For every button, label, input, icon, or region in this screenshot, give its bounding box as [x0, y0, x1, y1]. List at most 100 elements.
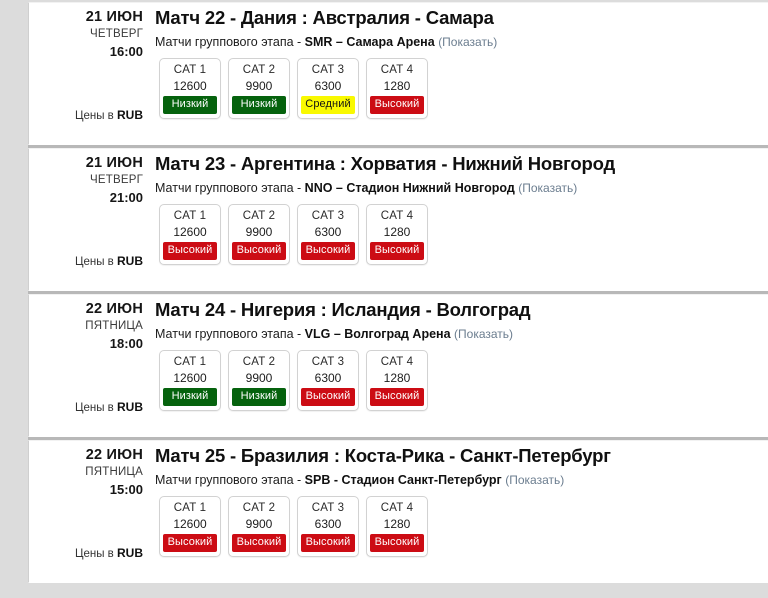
show-map-link[interactable]: (Показать)	[518, 181, 577, 195]
ticket-category-box[interactable]: CAT 2 9900 Низкий	[228, 58, 290, 119]
match-stage-label: Матчи группового этапа -	[155, 473, 305, 487]
match-venue-label: SMR – Самара Арена	[304, 35, 435, 49]
match-subtitle: Матчи группового этапа - VLG – Волгоград…	[155, 324, 768, 344]
ticket-category-price: 6300	[314, 517, 342, 531]
ticket-availability-badge[interactable]: Низкий	[232, 96, 286, 114]
ticket-category-box[interactable]: CAT 3 6300 Высокий	[297, 496, 359, 557]
match-block[interactable]: 22 ИЮН ПЯТНИЦА 18:00 Цены в RUB Матч 24 …	[28, 294, 768, 437]
match-content-column: Матч 23 - Аргентина : Хорватия - Нижний …	[151, 149, 768, 290]
ticket-category-price: 6300	[314, 79, 342, 93]
ticket-category-name: CAT 3	[311, 356, 345, 368]
match-kickoff-time: 16:00	[109, 44, 143, 59]
ticket-availability-badge[interactable]: Высокий	[370, 96, 424, 114]
ticket-category-price: 9900	[245, 371, 273, 385]
match-date-weekday: ЧЕТВЕРГ	[90, 28, 143, 40]
currency-note-prefix: Цены в	[74, 402, 117, 414]
match-block[interactable]: 21 ИЮН ЧЕТВЕРГ 16:00 Цены в RUB Матч 22 …	[28, 2, 768, 145]
match-kickoff-time: 18:00	[109, 336, 143, 351]
show-map-link[interactable]: (Показать)	[438, 35, 497, 49]
ticket-availability-badge[interactable]: Высокий	[163, 242, 217, 260]
ticket-category-row: CAT 1 12600 Низкий CAT 2 9900 Низкий CAT…	[155, 58, 768, 119]
ticket-category-row: CAT 1 12600 Низкий CAT 2 9900 Низкий CAT…	[155, 350, 768, 411]
ticket-category-box[interactable]: CAT 3 6300 Высокий	[297, 350, 359, 411]
match-date-weekday: ЧЕТВЕРГ	[90, 174, 143, 186]
ticket-category-name: CAT 1	[173, 64, 207, 76]
ticket-category-name: CAT 1	[173, 356, 207, 368]
ticket-category-price: 12600	[173, 517, 207, 531]
ticket-category-name: CAT 3	[311, 502, 345, 514]
ticket-category-box[interactable]: CAT 1 12600 Высокий	[159, 204, 221, 265]
show-map-link[interactable]: (Показать)	[454, 327, 513, 341]
ticket-availability-badge[interactable]: Высокий	[301, 388, 355, 406]
ticket-category-box[interactable]: CAT 1 12600 Низкий	[159, 58, 221, 119]
ticket-category-box[interactable]: CAT 4 1280 Высокий	[366, 496, 428, 557]
show-map-link[interactable]: (Показать)	[505, 473, 564, 487]
ticket-category-box[interactable]: CAT 4 1280 Высокий	[366, 204, 428, 265]
ticket-availability-badge[interactable]: Низкий	[163, 96, 217, 114]
match-date-day: 21 ИЮН	[85, 9, 143, 25]
ticket-availability-badge[interactable]: Высокий	[232, 242, 286, 260]
match-subtitle: Матчи группового этапа - SPB - Стадион С…	[155, 470, 768, 490]
match-block[interactable]: 22 ИЮН ПЯТНИЦА 15:00 Цены в RUB Матч 25 …	[28, 440, 768, 583]
match-venue-label: NNO – Стадион Нижний Новгород	[304, 181, 515, 195]
match-stage-label: Матчи группового этапа -	[155, 35, 305, 49]
ticket-category-box[interactable]: CAT 1 12600 Низкий	[159, 350, 221, 411]
ticket-availability-badge[interactable]: Низкий	[163, 388, 217, 406]
ticket-category-name: CAT 1	[173, 502, 207, 514]
currency-code: RUB	[117, 254, 143, 268]
ticket-category-name: CAT 2	[242, 502, 276, 514]
ticket-category-box[interactable]: CAT 4 1280 Высокий	[366, 350, 428, 411]
ticket-category-box[interactable]: CAT 2 9900 Высокий	[228, 496, 290, 557]
ticket-availability-badge[interactable]: Средний	[301, 96, 355, 114]
match-stage-label: Матчи группового этапа -	[155, 181, 305, 195]
match-kickoff-time: 21:00	[109, 190, 143, 205]
match-title: Матч 25 - Бразилия : Коста-Рика - Санкт-…	[155, 445, 611, 466]
match-stage-label: Матчи группового этапа -	[155, 327, 305, 341]
ticket-category-name: CAT 2	[242, 356, 276, 368]
currency-note-prefix: Цены в	[74, 548, 117, 560]
ticket-category-box[interactable]: CAT 1 12600 Высокий	[159, 496, 221, 557]
match-date-day: 22 ИЮН	[85, 301, 143, 317]
match-content-column: Матч 25 - Бразилия : Коста-Рика - Санкт-…	[151, 441, 768, 582]
ticket-availability-badge[interactable]: Высокий	[370, 534, 424, 552]
ticket-availability-badge[interactable]: Высокий	[301, 242, 355, 260]
ticket-category-name: CAT 4	[380, 64, 414, 76]
ticket-category-price: 9900	[245, 225, 273, 239]
ticket-availability-badge[interactable]: Высокий	[301, 534, 355, 552]
currency-note: Цены в RUB	[75, 546, 143, 560]
match-block[interactable]: 21 ИЮН ЧЕТВЕРГ 21:00 Цены в RUB Матч 23 …	[28, 148, 768, 291]
ticket-category-box[interactable]: CAT 2 9900 Низкий	[228, 350, 290, 411]
ticket-category-price: 1280	[383, 517, 411, 531]
currency-note-prefix: Цены в	[74, 256, 117, 268]
ticket-category-price: 6300	[314, 371, 342, 385]
ticket-availability-badge[interactable]: Высокий	[370, 388, 424, 406]
match-date-weekday: ПЯТНИЦА	[85, 320, 143, 332]
ticket-category-box[interactable]: CAT 4 1280 Высокий	[366, 58, 428, 119]
ticket-category-price: 1280	[383, 225, 411, 239]
ticket-category-price: 12600	[173, 225, 207, 239]
ticket-category-price: 12600	[173, 79, 207, 93]
match-venue-label: SPB - Стадион Санкт-Петербург	[304, 473, 502, 487]
match-venue-label: VLG – Волгоград Арена	[304, 327, 451, 341]
match-content-column: Матч 24 - Нигерия : Исландия - Волгоград…	[151, 295, 768, 436]
match-subtitle: Матчи группового этапа - NNO – Стадион Н…	[155, 178, 768, 198]
ticket-category-row: CAT 1 12600 Высокий CAT 2 9900 Высокий C…	[155, 204, 768, 265]
match-date-weekday: ПЯТНИЦА	[85, 466, 143, 478]
ticket-availability-badge[interactable]: Высокий	[163, 534, 217, 552]
ticket-category-box[interactable]: CAT 3 6300 Высокий	[297, 204, 359, 265]
match-date-column: 21 ИЮН ЧЕТВЕРГ 21:00 Цены в RUB	[29, 149, 151, 290]
ticket-category-name: CAT 4	[380, 502, 414, 514]
ticket-availability-badge[interactable]: Высокий	[370, 242, 424, 260]
ticket-category-box[interactable]: CAT 3 6300 Средний	[297, 58, 359, 119]
match-date-column: 22 ИЮН ПЯТНИЦА 18:00 Цены в RUB	[29, 295, 151, 436]
currency-note-prefix: Цены в	[74, 110, 117, 122]
ticket-category-price: 1280	[383, 371, 411, 385]
ticket-availability-badge[interactable]: Низкий	[232, 388, 286, 406]
currency-code: RUB	[117, 400, 143, 414]
match-title: Матч 23 - Аргентина : Хорватия - Нижний …	[155, 153, 616, 174]
ticket-category-name: CAT 3	[311, 64, 345, 76]
ticket-category-box[interactable]: CAT 2 9900 Высокий	[228, 204, 290, 265]
ticket-category-price: 9900	[245, 517, 273, 531]
ticket-availability-badge[interactable]: Высокий	[232, 534, 286, 552]
currency-code: RUB	[117, 546, 143, 560]
